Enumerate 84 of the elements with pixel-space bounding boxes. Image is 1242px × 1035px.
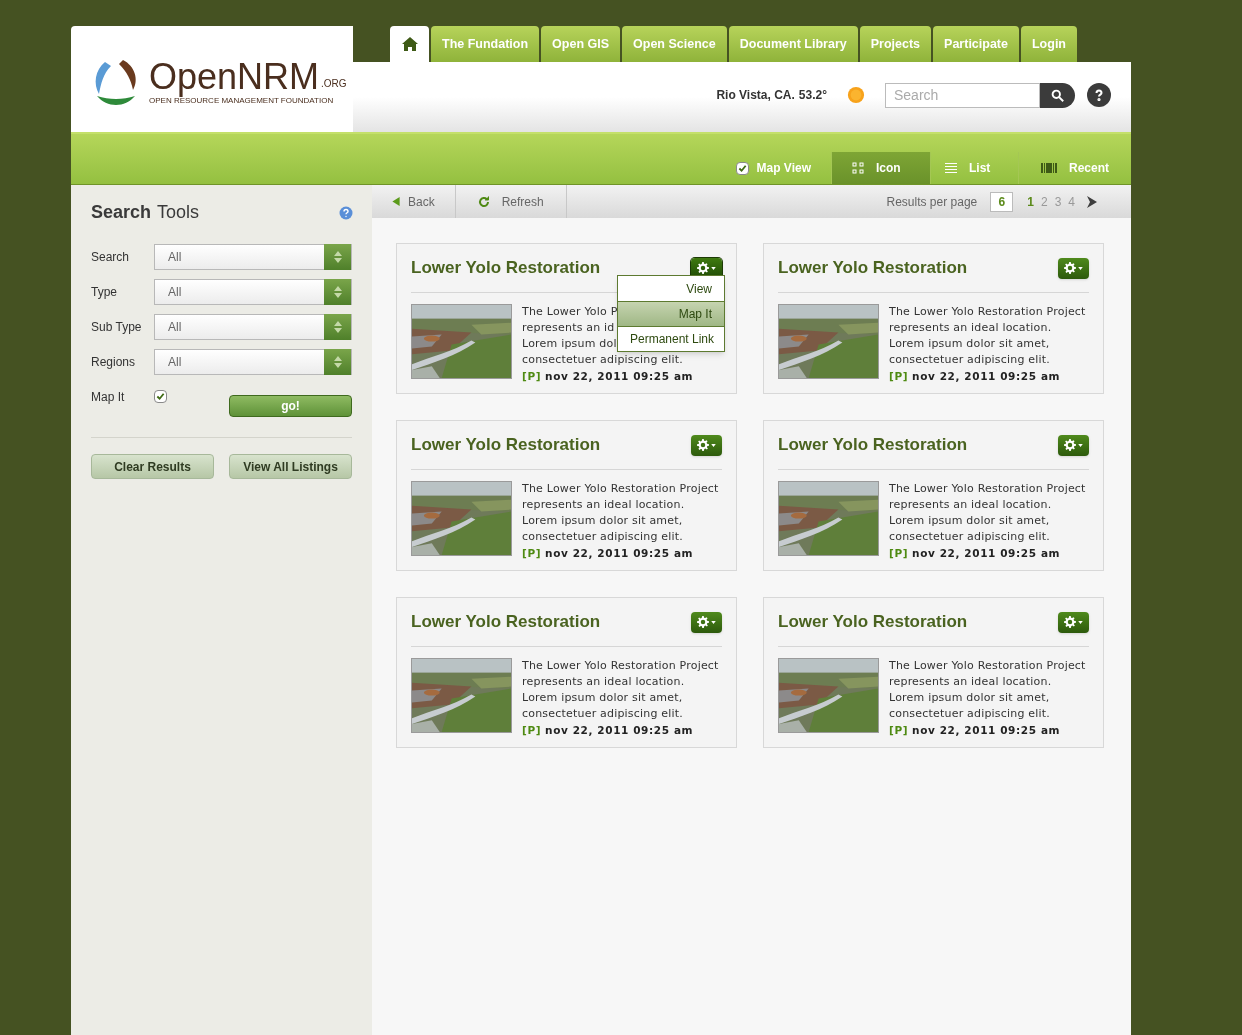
filter-label: Sub Type	[91, 319, 143, 336]
card-description-line: The Lower Yolo Restoration Project	[522, 658, 719, 674]
nav-tab[interactable]: The Fundation	[431, 26, 540, 62]
card-description-line: consectetuer adipiscing elit.	[522, 706, 684, 722]
post-tag: [P]	[522, 545, 542, 561]
post-date: nov 22, 2011 09:25 am	[912, 546, 1061, 561]
post-tag: [P]	[522, 722, 542, 738]
card-description-line: Lorem ipsum dolor sit amet,	[522, 690, 683, 706]
card-title: Lower Yolo Restoration	[411, 434, 601, 457]
card-description-line: represents an ideal location.	[522, 674, 685, 690]
card-title: Lower Yolo Restoration	[778, 434, 968, 457]
filter-label: Search	[91, 249, 131, 266]
logo-tagline: OPEN RESOURCE MANAGEMENT FOUNDATION	[149, 96, 335, 107]
card-description-line: Lorem ipsum dolor sit amet,	[889, 690, 1050, 706]
card-description-line: represents an ideal location.	[889, 674, 1052, 690]
card-title: Lower Yolo Restoration	[778, 257, 968, 280]
card-description-line: Lorem ipsum dolor sit amet,	[522, 513, 683, 529]
nav-tab[interactable]: Projects	[859, 26, 932, 62]
back-button[interactable]: Back	[372, 185, 456, 218]
menu-item[interactable]: Permanent Link	[618, 326, 724, 351]
sidebar-button[interactable]: Clear Results	[91, 454, 214, 479]
card-description-line: consectetuer adipiscing elit.	[522, 352, 684, 368]
post-tag: [P]	[889, 368, 909, 384]
post-date: nov 22, 2011 09:25 am	[545, 723, 694, 738]
nav-tab[interactable]: Participate	[933, 26, 1019, 62]
view-tab[interactable]: Icon	[831, 152, 930, 184]
logo-suffix: .ORG	[321, 77, 347, 91]
logo-name: OpenNRM	[149, 59, 320, 95]
card-description-line: represents an ideal location.	[889, 320, 1052, 336]
filter-select[interactable]: All	[154, 314, 352, 340]
page-link[interactable]: 2	[1040, 192, 1048, 211]
card-description-line: consectetuer adipiscing elit.	[889, 529, 1051, 545]
sidebar-title-rest: Tools	[157, 201, 200, 224]
card-description-line: The Lower Yolo Restoration Project	[889, 481, 1086, 497]
weather-location: Rio Vista, CA.	[716, 87, 795, 104]
nav-tab[interactable]: Open GIS	[541, 26, 621, 62]
card-description-line: represents an id	[522, 320, 615, 336]
filter-select[interactable]: All	[154, 279, 352, 305]
card-description-line: Lorem ipsum dolor sit amet,	[889, 336, 1050, 352]
card-description-line: consectetuer adipiscing elit.	[889, 352, 1051, 368]
menu-item[interactable]: View	[618, 276, 724, 301]
post-date: nov 22, 2011 09:25 am	[912, 723, 1061, 738]
card-description-line: represents an ideal location.	[889, 497, 1052, 513]
post-tag: [P]	[889, 545, 909, 561]
card-description-line: The Lower Yolo Restoration Project	[522, 481, 719, 497]
post-date: nov 22, 2011 09:25 am	[545, 369, 694, 384]
results-per-page-label: Results per page	[886, 193, 978, 211]
sidebar-title: Search	[91, 201, 152, 224]
map-it-label: Map It	[91, 389, 126, 406]
post-date: nov 22, 2011 09:25 am	[545, 546, 694, 561]
post-tag: [P]	[522, 368, 542, 384]
filter-select[interactable]: All	[154, 349, 352, 375]
card-description-line: represents an ideal location.	[522, 497, 685, 513]
card-title: Lower Yolo Restoration	[411, 611, 601, 634]
card-description-line: The Lower Yolo Restoration Project	[889, 658, 1086, 674]
view-tab[interactable]: List	[930, 152, 1018, 184]
card-description-line: Lorem ipsum dol	[522, 336, 617, 352]
post-date: nov 22, 2011 09:25 am	[912, 369, 1061, 384]
page-link[interactable]: 1	[1027, 192, 1034, 211]
refresh-button[interactable]: Refresh	[455, 185, 567, 218]
go-button[interactable]: go!	[229, 395, 352, 417]
weather-temperature: 53.2°	[798, 87, 827, 104]
filter-select[interactable]: All	[154, 244, 352, 270]
card-title: Lower Yolo Restoration	[411, 257, 601, 280]
card-description-line: The Lower Yolo Restoration Project	[889, 304, 1086, 320]
menu-item[interactable]: Map It	[618, 301, 724, 326]
post-tag: [P]	[889, 722, 909, 738]
nav-tab[interactable]: Login	[1021, 26, 1077, 62]
results-per-page-field[interactable]: 6	[990, 191, 1014, 212]
card-title: Lower Yolo Restoration	[778, 611, 968, 634]
card-description-line: The Lower Yolo P	[522, 304, 618, 320]
page-link[interactable]: 3	[1054, 192, 1062, 211]
sidebar-button[interactable]: View All Listings	[229, 454, 352, 479]
card-description-line: consectetuer adipiscing elit.	[889, 706, 1051, 722]
filter-label: Type	[91, 284, 118, 301]
card-description-line: consectetuer adipiscing elit.	[522, 529, 684, 545]
search-field[interactable]: Search	[885, 82, 1040, 108]
nav-tab[interactable]: Document Library	[728, 26, 858, 62]
view-tab[interactable]: Recent	[1018, 152, 1126, 184]
map-view-label: Map View	[756, 160, 811, 177]
card-description-line: Lorem ipsum dolor sit amet,	[889, 513, 1050, 529]
nav-tab[interactable]: Open Science	[622, 26, 727, 62]
page-link[interactable]: 4	[1068, 192, 1075, 211]
filter-label: Regions	[91, 354, 137, 371]
